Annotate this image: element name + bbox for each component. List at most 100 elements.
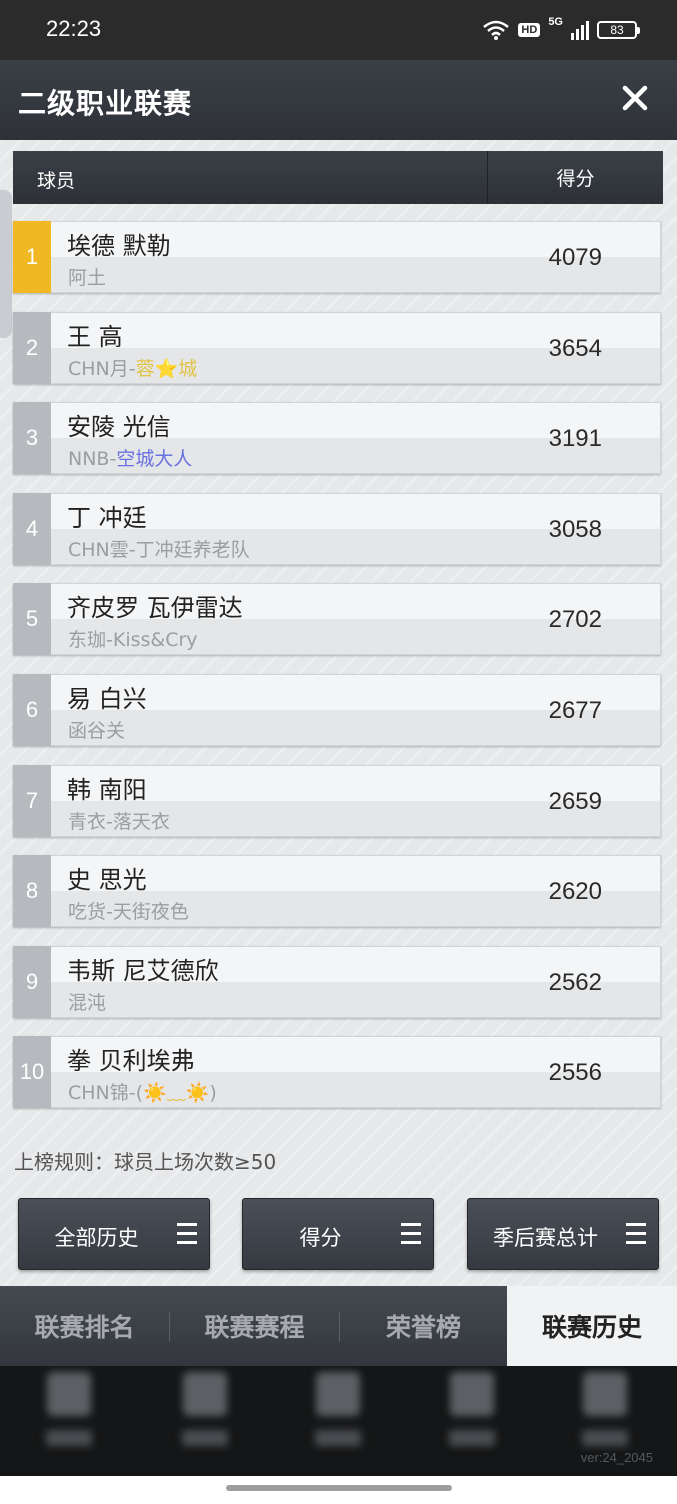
blurred-icon	[583, 1372, 627, 1416]
network-label: 5G	[548, 16, 563, 28]
close-icon	[622, 85, 648, 111]
blurred-icon	[183, 1372, 227, 1416]
column-header-player: 球员	[37, 170, 76, 192]
player-name: 丁 冲廷	[67, 503, 147, 532]
player-score: 3191	[548, 425, 602, 453]
player-name: 安陵 光信	[67, 413, 171, 442]
gesture-area	[0, 1476, 677, 1504]
rank-badge: 9	[13, 945, 51, 1018]
player-score: 3654	[548, 334, 602, 362]
rank-badge: 3	[13, 402, 51, 475]
row-body: 齐皮罗 瓦伊雷达 东珈-Kiss&Cry 2702	[51, 583, 661, 656]
ranking-row[interactable]: 6 易 白兴 函谷关 2677	[13, 673, 661, 746]
ranking-row[interactable]: 8 史 思光 吃货-天街夜色 2620	[13, 855, 661, 928]
league-tab-bar: 联赛排名 联赛赛程 荣誉榜 联赛历史	[0, 1286, 677, 1366]
nav-item-blurred[interactable]	[580, 1372, 630, 1446]
player-score: 2702	[548, 606, 602, 634]
rank-badge: 7	[13, 764, 51, 837]
ranking-row[interactable]: 4 丁 冲廷 CHN雲-丁冲廷养老队 3058	[13, 492, 661, 565]
player-name: 易 白兴	[67, 684, 147, 713]
menu-icon	[401, 1223, 421, 1245]
team-name: 混沌	[68, 991, 107, 1014]
row-body: 韦斯 尼艾德欣 混沌 2562	[51, 945, 661, 1018]
tab-league-schedule[interactable]: 联赛赛程	[170, 1286, 339, 1366]
season-filter-label: 季后赛总计	[493, 1226, 598, 1250]
nav-item-blurred[interactable]	[313, 1372, 363, 1446]
page-title: 二级职业联赛	[18, 87, 193, 120]
menu-icon	[177, 1223, 197, 1245]
table-header: 球员 得分	[13, 151, 663, 204]
ranking-row[interactable]: 10 拳 贝利埃弗 CHN锦-(☀️﹏☀️) 2556	[13, 1036, 661, 1109]
player-name: 拳 贝利埃弗	[67, 1047, 195, 1076]
row-body: 埃德 默勒 阿土 4079	[51, 221, 661, 293]
row-body: 史 思光 吃货-天街夜色 2620	[51, 855, 661, 928]
blurred-icon	[450, 1372, 494, 1416]
status-time: 22:23	[46, 16, 102, 41]
player-score: 2659	[548, 787, 602, 815]
ranking-row[interactable]: 3 安陵 光信 NNB-空城大人 3191	[13, 402, 661, 475]
player-name: 齐皮罗 瓦伊雷达	[67, 594, 243, 623]
rank-badge: 10	[13, 1036, 51, 1109]
nav-item-blurred[interactable]	[447, 1372, 497, 1446]
nav-item-blurred[interactable]	[180, 1372, 230, 1446]
player-score: 2620	[548, 878, 602, 906]
row-body: 安陵 光信 NNB-空城大人 3191	[51, 402, 661, 475]
tab-league-history[interactable]: 联赛历史	[507, 1286, 677, 1366]
team-name: 阿土	[68, 267, 107, 289]
player-score: 4079	[548, 244, 602, 271]
ranking-row[interactable]: 2 王 高 CHN月-蓉⭐城 3654	[13, 311, 661, 384]
ranking-row[interactable]: 5 齐皮罗 瓦伊雷达 东珈-Kiss&Cry 2702	[13, 583, 661, 656]
ranking-row[interactable]: 9 韦斯 尼艾德欣 混沌 2562	[13, 945, 661, 1018]
close-button[interactable]	[615, 78, 655, 118]
row-body: 易 白兴 函谷关 2677	[51, 673, 661, 746]
player-name: 埃德 默勒	[67, 232, 171, 260]
nav-item-blurred[interactable]	[44, 1372, 94, 1446]
team-name: NNB-空城大人	[68, 448, 193, 471]
player-name: 韩 南阳	[67, 775, 147, 804]
player-score: 3058	[548, 515, 602, 543]
battery-icon: 83	[597, 21, 640, 39]
ranking-rule: 上榜规则：球员上场次数≥50	[14, 1150, 277, 1174]
team-name: 东珈-Kiss&Cry	[68, 629, 198, 652]
tab-league-ranking[interactable]: 联赛排名	[0, 1286, 169, 1366]
content-area: 球员 得分 1 埃德 默勒 阿土 4079 2 王 高 CHN月-蓉⭐城 365…	[0, 140, 677, 1286]
row-body: 韩 南阳 青衣-落天衣 2659	[51, 764, 661, 837]
row-body: 拳 贝利埃弗 CHN锦-(☀️﹏☀️) 2556	[51, 1036, 661, 1109]
rank-badge: 6	[13, 673, 51, 746]
ranking-row[interactable]: 1 埃德 默勒 阿土 4079	[13, 221, 661, 293]
blurred-icon	[47, 1372, 91, 1416]
player-score: 2562	[548, 968, 602, 996]
team-name: CHN月-蓉⭐城	[68, 357, 198, 380]
ranking-list: 1 埃德 默勒 阿土 4079 2 王 高 CHN月-蓉⭐城 3654 3 安陵…	[13, 221, 661, 1127]
player-name: 韦斯 尼艾德欣	[67, 956, 219, 985]
history-filter-button[interactable]: 全部历史	[18, 1198, 210, 1270]
hd-badge: HD	[518, 23, 541, 37]
player-name: 王 高	[67, 322, 123, 351]
team-name: 函谷关	[68, 719, 126, 742]
ranking-row[interactable]: 7 韩 南阳 青衣-落天衣 2659	[13, 764, 661, 837]
team-name: CHN锦-(☀️﹏☀️)	[68, 1082, 217, 1105]
signal-icon	[571, 21, 589, 40]
team-name: 吃货-天街夜色	[68, 901, 189, 924]
stat-filter-label: 得分	[299, 1226, 342, 1250]
menu-icon	[626, 1223, 646, 1245]
column-header-score: 得分	[556, 168, 595, 190]
player-name: 史 思光	[67, 866, 147, 895]
side-drawer-handle[interactable]	[0, 190, 12, 338]
game-bottom-nav: ver:24_2045	[0, 1366, 677, 1476]
home-gesture-bar[interactable]	[226, 1485, 452, 1491]
player-score: 2677	[548, 696, 602, 724]
rank-badge: 8	[13, 855, 51, 928]
dialog-header: 二级职业联赛	[0, 60, 677, 140]
tab-honor-board[interactable]: 荣誉榜	[340, 1286, 507, 1366]
column-header-score-cell[interactable]: 得分	[487, 151, 663, 204]
version-label: ver:24_2045	[580, 1450, 653, 1465]
stat-filter-button[interactable]: 得分	[242, 1198, 434, 1270]
player-score: 2556	[548, 1059, 602, 1087]
history-filter-label: 全部历史	[54, 1226, 139, 1250]
row-body: 王 高 CHN月-蓉⭐城 3654	[51, 311, 661, 384]
blurred-icon	[316, 1372, 360, 1416]
team-name: 青衣-落天衣	[68, 810, 170, 833]
rank-badge: 1	[13, 221, 51, 293]
season-filter-button[interactable]: 季后赛总计	[467, 1198, 659, 1270]
